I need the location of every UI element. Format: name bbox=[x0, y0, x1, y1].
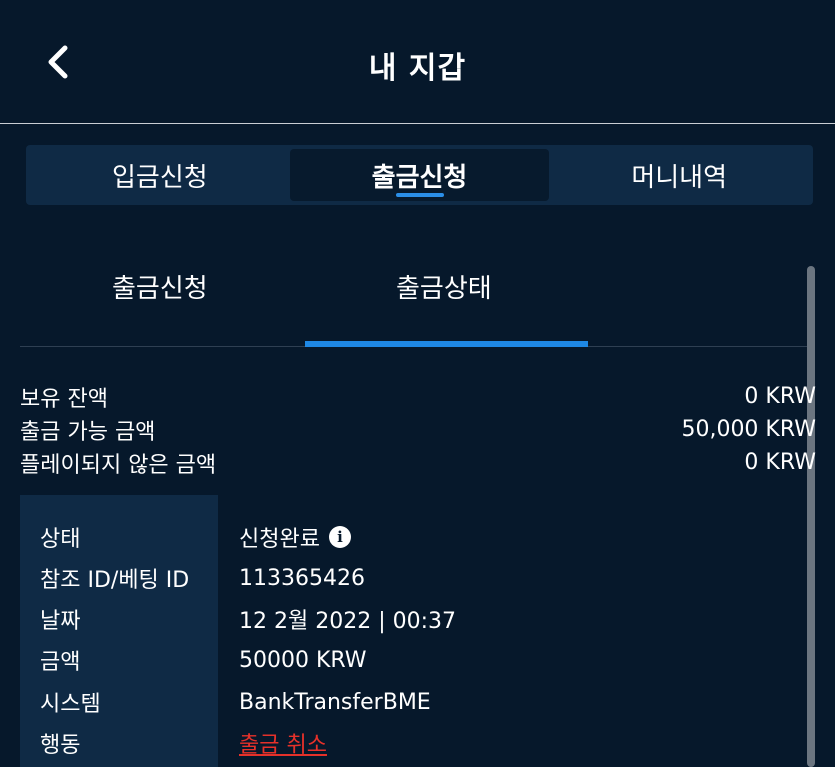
detail-label: 금액 bbox=[40, 650, 81, 675]
active-subtab-indicator bbox=[305, 341, 588, 347]
cancel-withdraw-link[interactable]: 출금 취소 bbox=[239, 727, 327, 759]
balance-label: 출금 가능 금액 bbox=[20, 419, 156, 445]
balance-row-holding: 보유 잔액 0 KRW bbox=[20, 380, 816, 413]
subtab-withdraw-request[interactable]: 출금신청 bbox=[112, 268, 208, 305]
subtab-withdraw-status[interactable]: 출금상태 bbox=[396, 268, 492, 305]
detail-row-reference: 참조 ID/베팅 ID 113365426 bbox=[20, 560, 810, 596]
tab-deposit-label: 입금신청 bbox=[111, 162, 208, 193]
balance-value: 0 KRW bbox=[744, 384, 816, 409]
detail-label: 시스템 bbox=[40, 692, 101, 717]
main-tab-bar: 입금신청 출금신청 머니내역 bbox=[26, 145, 813, 205]
balance-value: 0 KRW bbox=[744, 450, 816, 475]
tab-deposit[interactable]: 입금신청 bbox=[30, 149, 290, 201]
tab-withdraw[interactable]: 출금신청 bbox=[289, 149, 550, 201]
detail-value: 50000 KRW bbox=[239, 647, 367, 673]
withdraw-detail-table: 상태 신청완료 i 참조 ID/베팅 ID 113365426 날짜 12 2월… bbox=[20, 495, 810, 767]
status-value: 신청완료 bbox=[239, 527, 320, 552]
balance-label: 플레이되지 않은 금액 bbox=[20, 452, 217, 478]
wallet-page: 내 지갑 입금신청 출금신청 머니내역 출금신청 출금상태 보유 잔액 0 KR… bbox=[0, 0, 835, 767]
balance-row-unplayed: 플레이되지 않은 금액 0 KRW bbox=[20, 446, 816, 479]
detail-row-date: 날짜 12 2월 2022 | 00:37 bbox=[20, 601, 810, 637]
detail-label: 상태 bbox=[40, 527, 81, 552]
balance-value: 50,000 KRW bbox=[681, 417, 816, 442]
active-tab-indicator bbox=[395, 193, 444, 197]
detail-row-status: 상태 신청완료 i bbox=[20, 519, 810, 555]
balance-label: 보유 잔액 bbox=[20, 386, 108, 412]
tab-money-history[interactable]: 머니내역 bbox=[549, 149, 809, 201]
detail-row-system: 시스템 BankTransferBME bbox=[20, 684, 810, 720]
detail-row-amount: 금액 50000 KRW bbox=[20, 642, 810, 678]
detail-label: 행동 bbox=[40, 733, 81, 758]
tab-money-history-label: 머니내역 bbox=[631, 162, 728, 193]
detail-value: 12 2월 2022 | 00:37 bbox=[239, 609, 457, 634]
page-title: 내 지갑 bbox=[368, 51, 467, 86]
detail-label: 날짜 bbox=[40, 609, 81, 634]
detail-row-action: 행동 출금 취소 bbox=[20, 725, 810, 761]
detail-label: 참조 ID/베팅 ID bbox=[40, 568, 190, 593]
info-icon[interactable]: i bbox=[328, 526, 351, 548]
sub-tab-bar: 출금신청 출금상태 bbox=[20, 230, 815, 347]
header: 내 지갑 bbox=[0, 0, 835, 124]
detail-value: 113365426 bbox=[239, 565, 365, 591]
detail-value: BankTransferBME bbox=[239, 689, 431, 715]
detail-value: 신청완료 i bbox=[239, 521, 351, 553]
balance-list: 보유 잔액 0 KRW 출금 가능 금액 50,000 KRW 플레이되지 않은… bbox=[20, 380, 816, 479]
balance-row-withdrawable: 출금 가능 금액 50,000 KRW bbox=[20, 413, 816, 446]
tab-withdraw-label: 출금신청 bbox=[371, 162, 468, 193]
